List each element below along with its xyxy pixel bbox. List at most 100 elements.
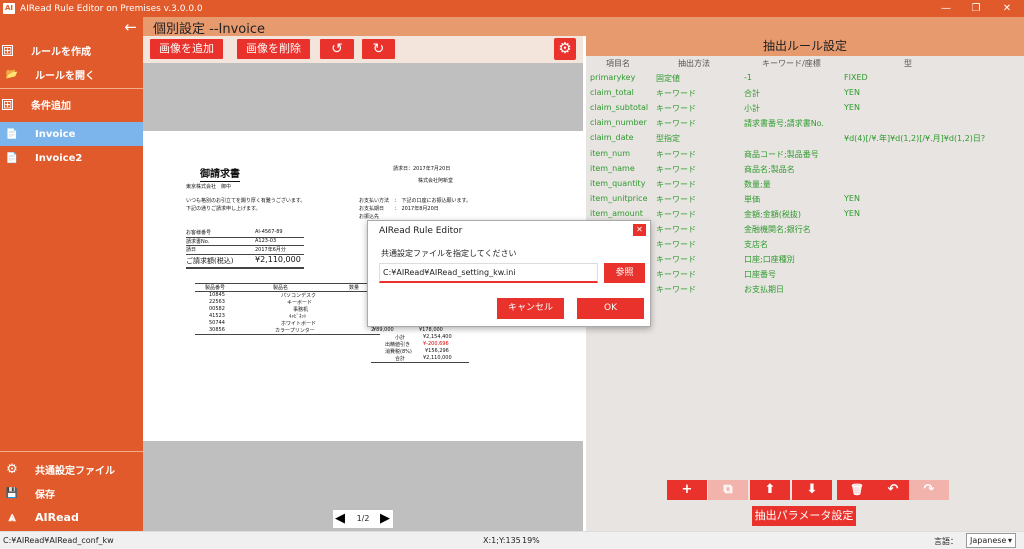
status-path: C:¥AIRead¥AIRead_conf_kw — [3, 536, 114, 545]
sidebar-item-label: Invoice — [35, 128, 76, 140]
rule-method: キーワード — [656, 179, 696, 189]
close-window-button[interactable]: ✕ — [992, 0, 1022, 17]
status-coords: X:1;Y:135 — [483, 536, 521, 545]
rule-keyword: お支払期日 — [744, 285, 784, 295]
next-page-icon[interactable]: ▶ — [380, 511, 390, 527]
doc-cell: キーボード — [287, 300, 313, 306]
language-select[interactable]: Japanese ▾ — [966, 533, 1016, 548]
doc-field: 請日 — [186, 247, 197, 253]
doc-value: 2017年6月分 — [255, 247, 286, 253]
common-settings-dialog: AIRead Rule Editor ✕ 共通設定ファイルを指定してください C… — [367, 220, 651, 327]
doc-total-label: 小計 — [395, 335, 406, 341]
move-down-button[interactable]: ⬇ — [792, 480, 832, 500]
back-arrow-icon[interactable]: ← — [124, 19, 137, 35]
sidebar-item-label: 共通設定ファイル — [35, 465, 115, 477]
extract-parameter-settings-button[interactable]: 抽出パラメータ設定 — [752, 506, 856, 526]
sidebar-item-invoice[interactable]: 📄 Invoice — [0, 122, 143, 146]
rule-row[interactable]: キーワード 口座番号 — [586, 267, 1024, 282]
doc-payment: お支払期日 ： 2017年8月20日 — [359, 206, 439, 212]
settings-gear-icon[interactable]: ⚙ — [554, 38, 576, 60]
doc-greeting: いつも格別のお引立てを賜り厚く有難うございます。 — [186, 198, 306, 204]
rule-item-name: item_num — [590, 148, 631, 158]
rule-row[interactable]: claim_date 型指定 ¥d(4)[/¥.年]¥d(1,2)[/¥.月]¥d(… — [586, 131, 1024, 146]
redo-button[interactable]: ↷ — [909, 480, 949, 500]
sidebar-item-label: 保存 — [35, 489, 55, 501]
rotate-right-button[interactable]: ↻ — [362, 39, 395, 59]
rule-method: キーワード — [656, 209, 696, 219]
rule-row[interactable]: claim_subtotal キーワード 小計 YEN — [586, 101, 1024, 116]
rotate-left-button[interactable]: ↺ — [320, 39, 354, 59]
doc-cell: ¥89,000 — [373, 327, 394, 333]
rule-item-name: claim_date — [590, 133, 634, 143]
rule-keyword: 支店名 — [744, 240, 768, 250]
app-logo-icon: AI — [3, 3, 15, 14]
doc-greeting: 下記の通りご請求申し上げます。 — [186, 206, 261, 212]
doc-col-header: 製品名 — [273, 285, 289, 291]
rule-method: キーワード — [656, 225, 696, 234]
col-header-type: 型 — [904, 59, 912, 68]
rule-row[interactable]: キーワード 金融機関名;銀行名 — [586, 222, 1024, 237]
doc-cell: 41523 — [209, 313, 225, 319]
rule-row[interactable]: claim_number キーワード 請求書番号;請求書No. — [586, 116, 1024, 131]
doc-customer: 東京株式会社 御中 — [186, 184, 232, 190]
settings-file-path-input[interactable]: C:¥AIRead¥AIRead_setting_kw.ini — [379, 263, 598, 283]
move-up-button[interactable]: ⬆ — [750, 480, 790, 500]
folder-open-icon: 📂 — [5, 68, 19, 80]
save-icon: 💾 — [5, 487, 19, 499]
undo-button[interactable]: ↶ — [873, 480, 913, 500]
rule-row[interactable]: キーワード お支払期日 — [586, 282, 1024, 297]
col-header-method: 抽出方法 — [678, 59, 710, 68]
rule-row[interactable]: item_unitprice キーワード 単価 YEN — [586, 192, 1024, 207]
rule-method: キーワード — [656, 285, 696, 295]
rule-row[interactable]: キーワード 口座;口座種別 — [586, 252, 1024, 267]
rule-keyword: -1 — [744, 73, 752, 82]
rule-method: キーワード — [656, 89, 696, 99]
rule-method: キーワード — [656, 270, 696, 280]
sidebar-item-add-condition[interactable]: ⊞ 条件追加 — [0, 92, 143, 116]
doc-value: AI-4567-89 — [255, 229, 283, 235]
rule-keyword: 金額;金額(税抜) — [744, 209, 801, 219]
minimize-button[interactable]: — — [931, 0, 961, 17]
rule-row[interactable]: item_num キーワード 商品コード;製品番号 — [586, 147, 1024, 162]
plus-box-icon: ⊞ — [2, 43, 13, 57]
rule-type: YEN — [844, 208, 860, 218]
browse-button[interactable]: 参照 — [604, 263, 645, 283]
add-image-button[interactable]: 画像を追加 — [150, 39, 223, 59]
dialog-label: 共通設定ファイルを指定してください — [381, 249, 517, 258]
page-navigator: ◀ 1/2 ▶ — [333, 510, 393, 528]
rule-type: YEN — [844, 193, 860, 203]
cancel-button[interactable]: キャンセル — [497, 298, 564, 319]
document-icon: 📄 — [5, 152, 19, 164]
restore-button[interactable]: ❐ — [961, 0, 991, 17]
rule-type: YEN — [844, 103, 860, 113]
doc-total-value: ¥2,154,400 — [423, 334, 452, 340]
doc-payment: お振込先 — [359, 214, 380, 220]
sidebar-item-save[interactable]: 💾 保存 — [0, 481, 143, 505]
rule-keyword: 商品コード;製品番号 — [744, 149, 819, 159]
delete-rule-button[interactable]: 🗑 — [837, 480, 877, 500]
rule-row[interactable]: item_quantity キーワード 数量;量 — [586, 177, 1024, 192]
status-bar: C:¥AIRead¥AIRead_conf_kw X:1;Y:135 19% 言… — [0, 531, 1024, 549]
sidebar-item-label: ルールを開く — [35, 70, 95, 82]
doc-total-label: 合計 — [395, 356, 406, 362]
rule-row[interactable]: claim_total キーワード 合計 YEN — [586, 86, 1024, 101]
rule-row[interactable]: item_amount キーワード 金額;金額(税抜) YEN — [586, 207, 1024, 222]
sidebar-item-create-rule[interactable]: ⊞ ルールを作成 — [0, 38, 143, 62]
window-title: AIRead Rule Editor on Premises v.3.0.0.0 — [20, 3, 203, 14]
sidebar-item-common-settings[interactable]: ⚙ 共通設定ファイル — [0, 457, 143, 481]
sidebar-airead-logo: ⩓ AIRead — [0, 505, 143, 529]
rule-row[interactable]: キーワード 支店名 — [586, 237, 1024, 252]
gear-icon: ⚙ — [6, 461, 18, 477]
delete-image-button[interactable]: 画像を削除 — [237, 39, 310, 59]
rule-item-name: claim_number — [590, 118, 647, 128]
dialog-close-button[interactable]: ✕ — [633, 224, 646, 236]
doc-field: お客様番号 — [186, 230, 212, 236]
ok-button[interactable]: OK — [577, 298, 644, 319]
sidebar-item-open-rule[interactable]: 📂 ルールを開く — [0, 62, 143, 86]
status-zoom: 19% — [522, 536, 540, 545]
copy-rule-button[interactable]: ⧉ — [708, 480, 748, 500]
sidebar-item-invoice2[interactable]: 📄 Invoice2 — [0, 146, 143, 170]
add-rule-button[interactable]: + — [667, 480, 707, 500]
rule-row[interactable]: item_name キーワード 商品名;製品名 — [586, 162, 1024, 177]
rule-row[interactable]: primarykey 固定値 -1 FIXED — [586, 71, 1024, 86]
